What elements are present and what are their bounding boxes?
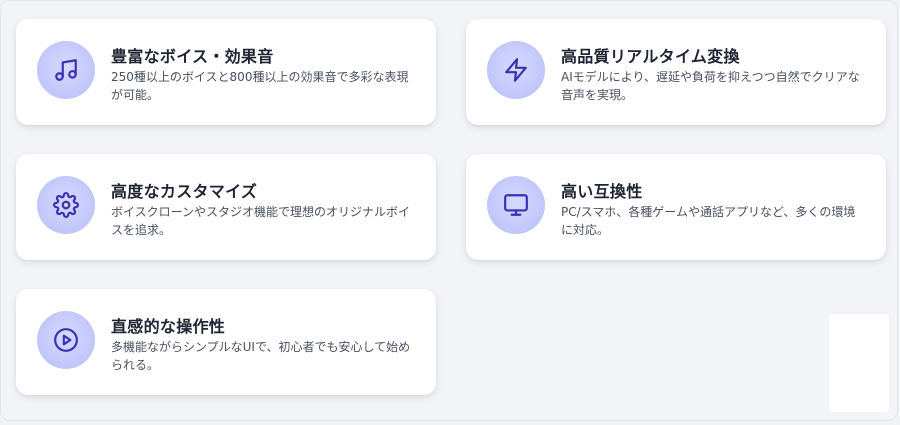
feature-card-compatibility: 高い互換性 PC/スマホ、各種ゲームや通話アプリなど、多くの環境に対応。	[466, 154, 886, 260]
feature-title: 高い互換性	[561, 182, 643, 201]
feature-title: 直感的な操作性	[111, 317, 226, 336]
feature-card-customize: 高度なカスタマイズ ボイスクローンやスタジオ機能で理想のオリジナルボイスを追求。	[16, 154, 436, 260]
feature-description: 250種以上のボイスと800種以上の効果音で多彩な表現が可能。	[111, 70, 409, 102]
feature-card-usability: 直感的な操作性 多機能ながらシンプルなUIで、初心者でも安心して始められる。	[16, 289, 436, 395]
feature-icon-badge	[37, 311, 95, 369]
feature-title: 高品質リアルタイム変換	[561, 47, 740, 66]
blank-placeholder-box	[829, 314, 889, 412]
feature-icon-badge	[37, 176, 95, 234]
gear-icon	[53, 192, 79, 218]
feature-description: ボイスクローンやスタジオ機能で理想のオリジナルボイスを追求。	[111, 205, 411, 237]
feature-title: 高度なカスタマイズ	[111, 182, 258, 201]
lightning-icon	[505, 58, 527, 82]
feature-icon-badge	[487, 176, 545, 234]
feature-card-realtime: 高品質リアルタイム変換 AIモデルにより、遅延や負荷を抑えつつ自然でクリアな音声…	[466, 19, 886, 125]
play-circle-icon	[54, 328, 78, 352]
feature-description: PC/スマホ、各種ゲームや通話アプリなど、多くの環境に対応。	[561, 205, 856, 237]
monitor-icon	[504, 194, 528, 216]
feature-icon-badge	[37, 41, 95, 99]
feature-title: 豊富なボイス・効果音	[111, 47, 274, 66]
feature-description: AIモデルにより、遅延や負荷を抑えつつ自然でクリアな音声を実現。	[561, 70, 860, 102]
features-panel: 豊富なボイス・効果音 250種以上のボイスと800種以上の効果音で多彩な表現が可…	[0, 0, 898, 421]
feature-icon-badge	[487, 41, 545, 99]
music-note-icon	[55, 59, 77, 81]
feature-card-voices: 豊富なボイス・効果音 250種以上のボイスと800種以上の効果音で多彩な表現が可…	[16, 19, 436, 125]
feature-description: 多機能ながらシンプルなUIで、初心者でも安心して始められる。	[111, 340, 411, 372]
